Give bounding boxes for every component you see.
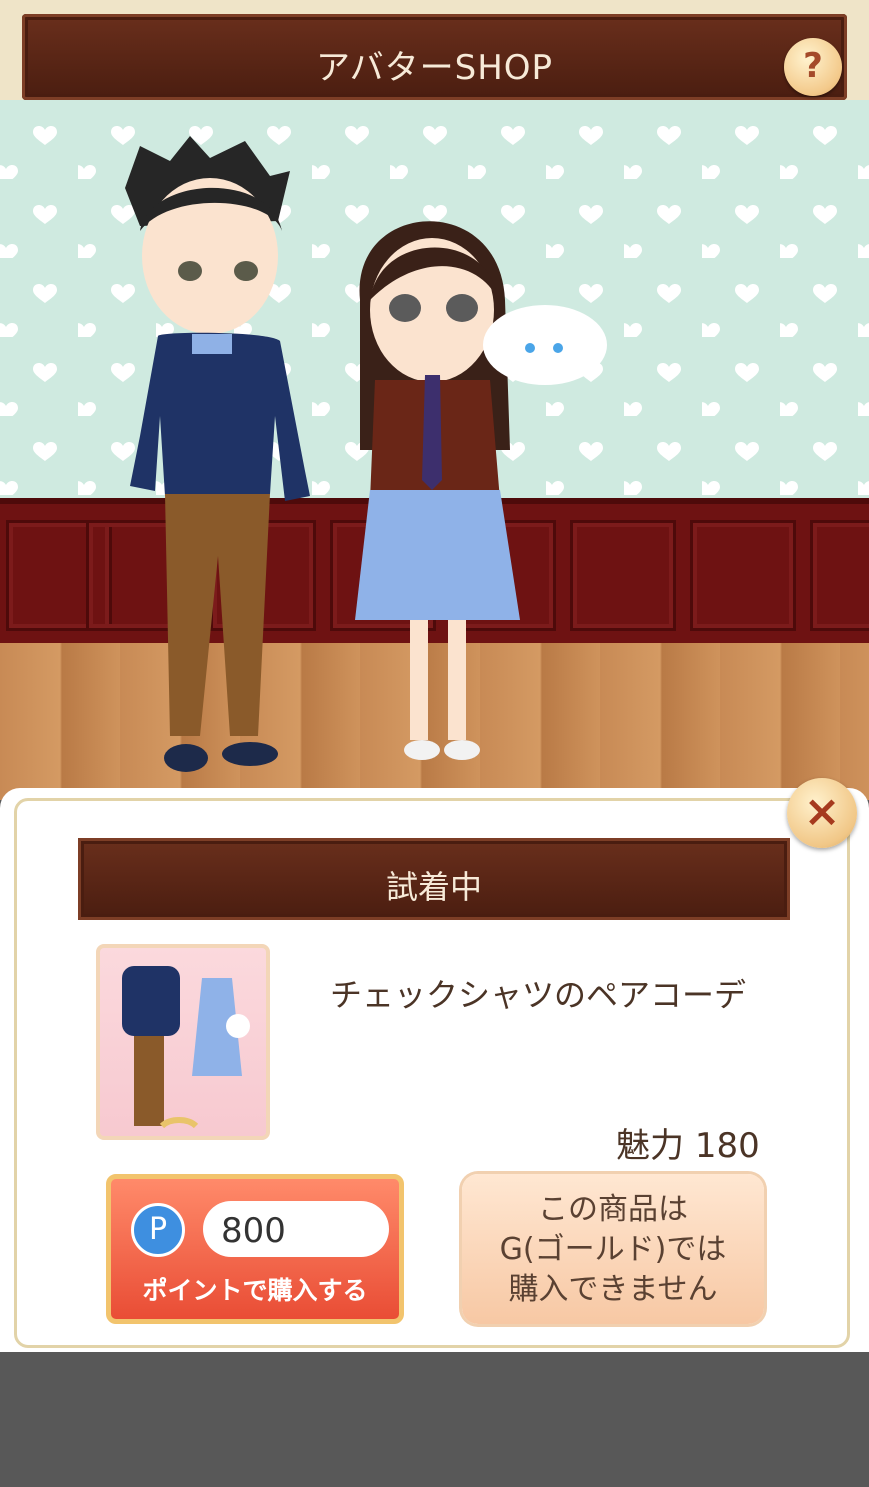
male-avatar xyxy=(125,136,310,772)
buy-label: ポイントで購入する xyxy=(142,1276,368,1305)
page-title: アバターSHOP xyxy=(315,48,554,88)
charm-stat: 魅力 180 xyxy=(616,1118,760,1167)
item-thumbnail xyxy=(96,944,270,1140)
item-name: チェックシャツのペアコーデ xyxy=(330,976,747,1014)
status-bar: 試着中 xyxy=(78,838,790,920)
bottom-area xyxy=(0,1352,869,1487)
price-box: 800 xyxy=(203,1201,389,1257)
charm-label: 魅力 xyxy=(616,1126,684,1166)
wall-panel xyxy=(810,520,869,631)
gold-unavailable-button[interactable]: この商品は G(ゴールド)では 購入できません xyxy=(462,1174,764,1324)
buy-with-points-button[interactable]: P 800 ポイントで購入する xyxy=(106,1174,404,1324)
wall-panel xyxy=(690,520,796,631)
price-value: 800 xyxy=(221,1211,286,1251)
title-bar: アバターSHOP ? xyxy=(22,14,847,100)
outfit-preview-icon xyxy=(122,966,250,1129)
top-frame: アバターSHOP ? xyxy=(0,0,869,100)
help-button[interactable]: ? xyxy=(784,38,842,96)
question-icon: ? xyxy=(803,46,823,86)
gold-unavailable-label: この商品は G(ゴールド)では 購入できません xyxy=(499,1192,727,1307)
avatar-preview xyxy=(0,100,869,800)
point-icon: P xyxy=(131,1203,185,1257)
status-label: 試着中 xyxy=(385,868,482,906)
charm-value: 180 xyxy=(694,1126,760,1166)
female-avatar xyxy=(355,221,607,760)
close-button[interactable]: × xyxy=(787,778,857,848)
close-icon: × xyxy=(803,786,841,837)
